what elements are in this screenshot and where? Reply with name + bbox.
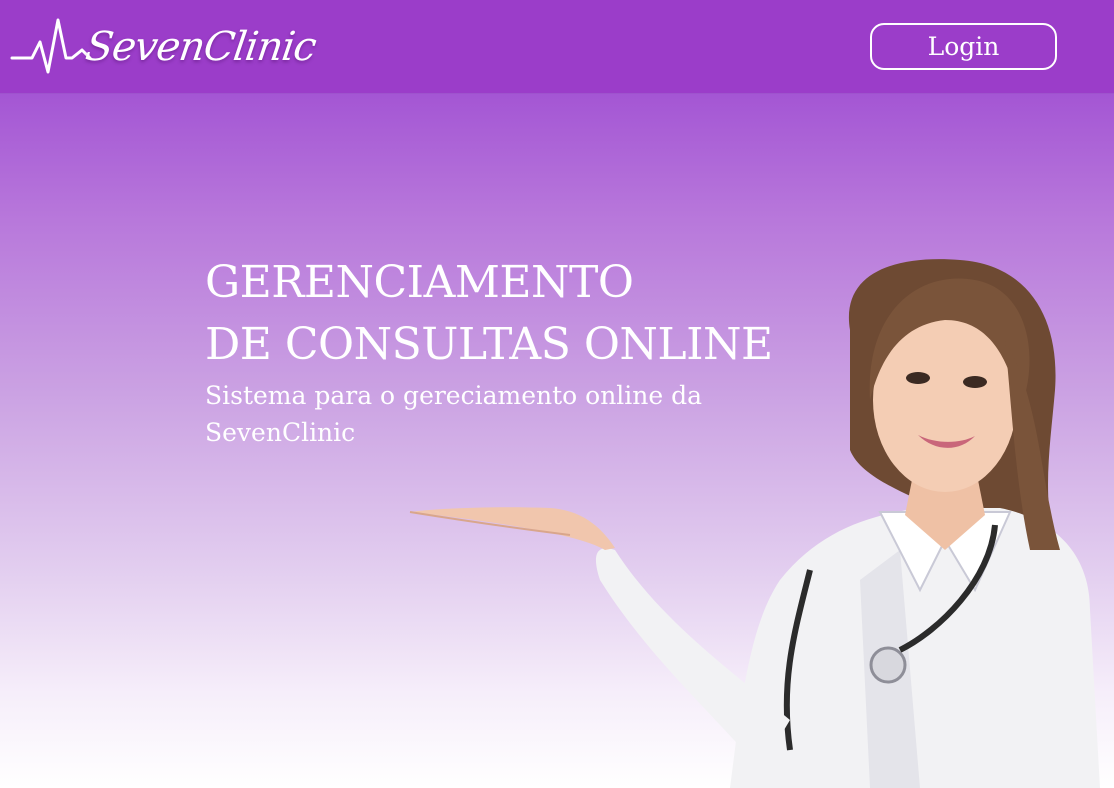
logo-text: SevenClinic bbox=[82, 24, 319, 70]
doctor-photo bbox=[409, 259, 1100, 788]
navbar: SevenClinic Login bbox=[0, 0, 1114, 93]
login-button[interactable]: Login bbox=[870, 23, 1057, 70]
logo[interactable]: SevenClinic bbox=[10, 14, 318, 80]
landing-page: SevenClinic Login GERENCIAMENTO DE CONSU… bbox=[0, 0, 1114, 788]
